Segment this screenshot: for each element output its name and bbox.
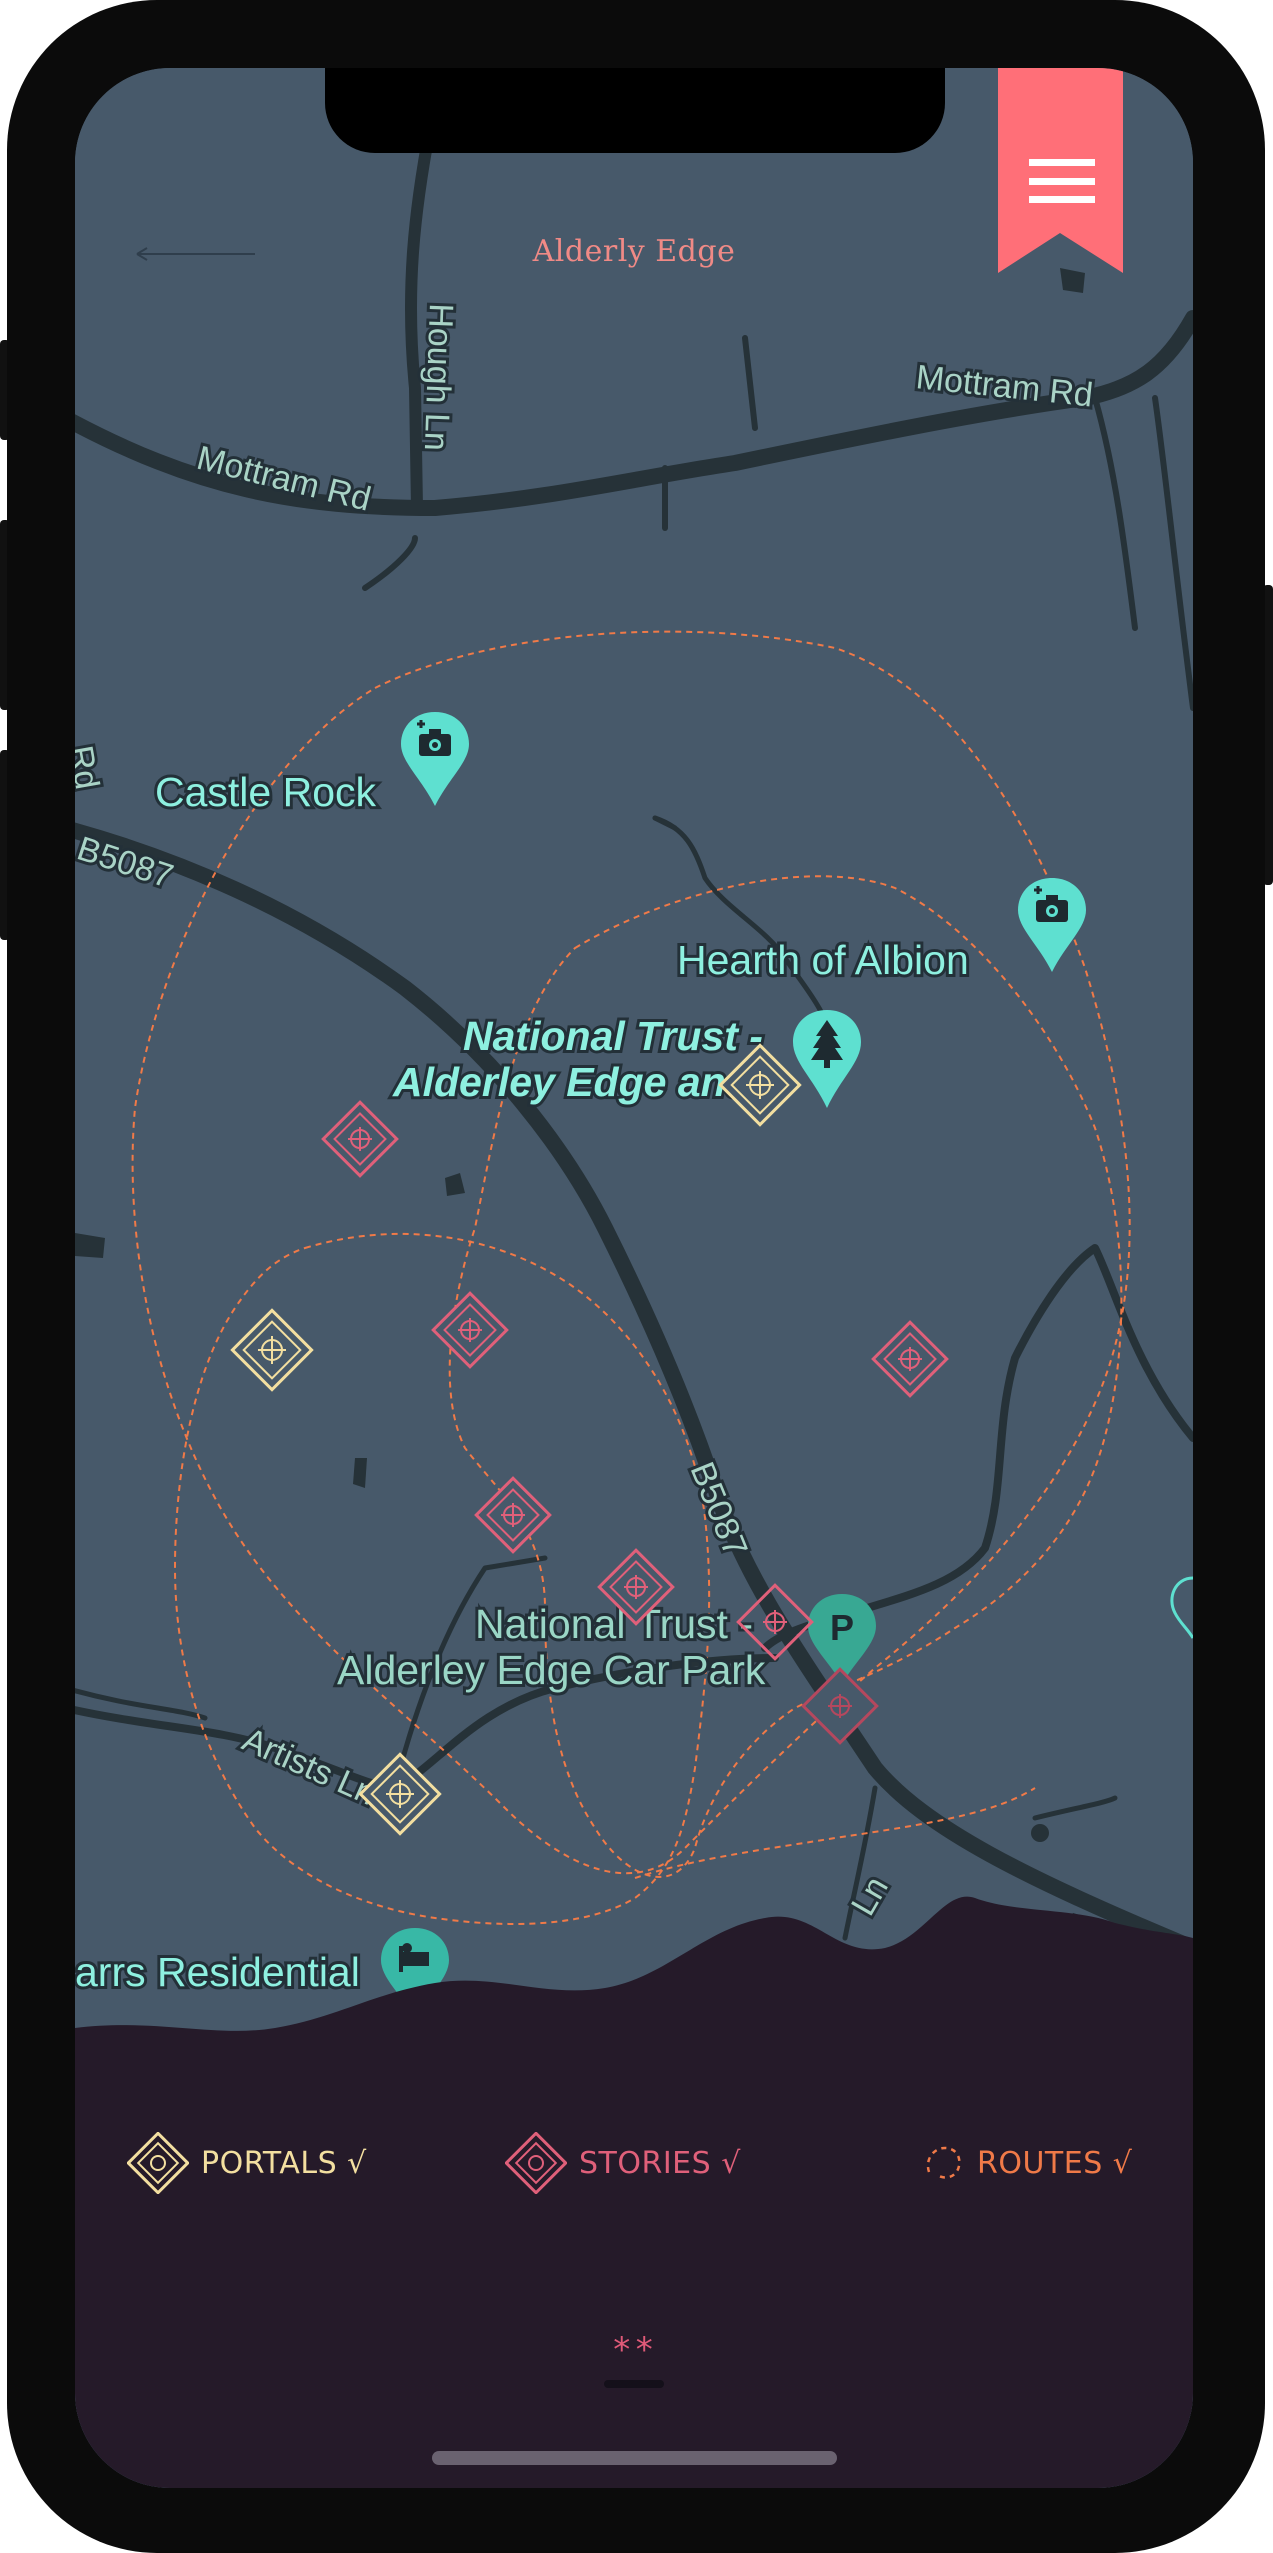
legend-portals-label: PORTALS √ [201,2145,367,2181]
place-label-carpark-line2: Alderley Edge Car Park [337,1647,766,1693]
legend-routes-label: ROUTES √ [977,2145,1133,2181]
page-indicator[interactable]: ** [75,2330,1193,2370]
place-label-carpark-line1: National Trust - [475,1601,753,1647]
parking-pin-letter: P [830,1607,854,1648]
legend-stories-toggle[interactable]: STORIES √ [505,2132,741,2194]
place-label-castle-rock: Castle Rock [155,769,377,815]
phone-frame: Hough Ln Mottram Rd Mottram Rd B5087 B50… [0,0,1273,2553]
place-label-nt-line2: Alderley Edge and [392,1059,752,1105]
place-label-hearth-of-albion: Hearth of Albion [677,937,969,983]
portal-icon [127,2132,189,2194]
notch [325,68,945,153]
menu-button[interactable] [998,68,1123,273]
legend-portals-toggle[interactable]: PORTALS √ [127,2132,367,2194]
home-indicator[interactable] [432,2451,837,2465]
road-label-hough-ln: Hough Ln [417,303,460,452]
legend-stories-label: STORIES √ [579,2145,741,2181]
story-icon [505,2132,567,2194]
page-indicator-underline [604,2380,664,2388]
route-icon [926,2146,961,2179]
app-screen: Hough Ln Mottram Rd Mottram Rd B5087 B50… [75,68,1193,2488]
place-label-nt-line1: National Trust - [463,1013,763,1059]
hamburger-icon [1029,159,1095,203]
legend-routes-toggle[interactable]: ROUTES √ [923,2133,1132,2193]
